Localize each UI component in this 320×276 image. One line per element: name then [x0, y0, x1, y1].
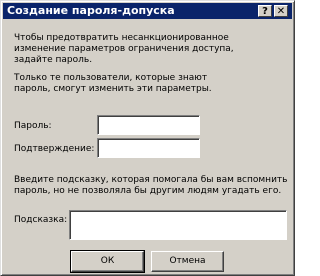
cancel-button[interactable]: Отмена: [151, 251, 224, 272]
hint-info-line-2: пароль, но не позволяла бы другим людям …: [14, 186, 282, 196]
intro-text-line-5: пароль, смогут изменить эти параметры.: [14, 84, 212, 94]
confirm-password-field[interactable]: [97, 138, 200, 158]
close-button[interactable]: ✕: [274, 5, 288, 17]
hint-label: Подсказка:: [14, 215, 68, 225]
help-button[interactable]: ?: [258, 5, 272, 17]
ok-button[interactable]: ОК: [70, 250, 145, 273]
close-icon: ✕: [276, 6, 286, 17]
help-icon: ?: [262, 6, 268, 17]
title-bar[interactable]: Создание пароля-допуска ? ✕: [3, 3, 292, 19]
hint-field[interactable]: [69, 210, 287, 240]
intro-text-line-3: задайте пароль.: [14, 55, 93, 65]
dialog-title: Создание пароля-допуска: [7, 4, 175, 17]
confirm-password-label: Подтверждение:: [14, 144, 95, 154]
create-supervisor-password-dialog: Создание пароля-допуска ? ✕ Чтобы предот…: [0, 0, 295, 276]
password-label: Пароль:: [14, 121, 52, 131]
password-field[interactable]: [97, 115, 200, 135]
